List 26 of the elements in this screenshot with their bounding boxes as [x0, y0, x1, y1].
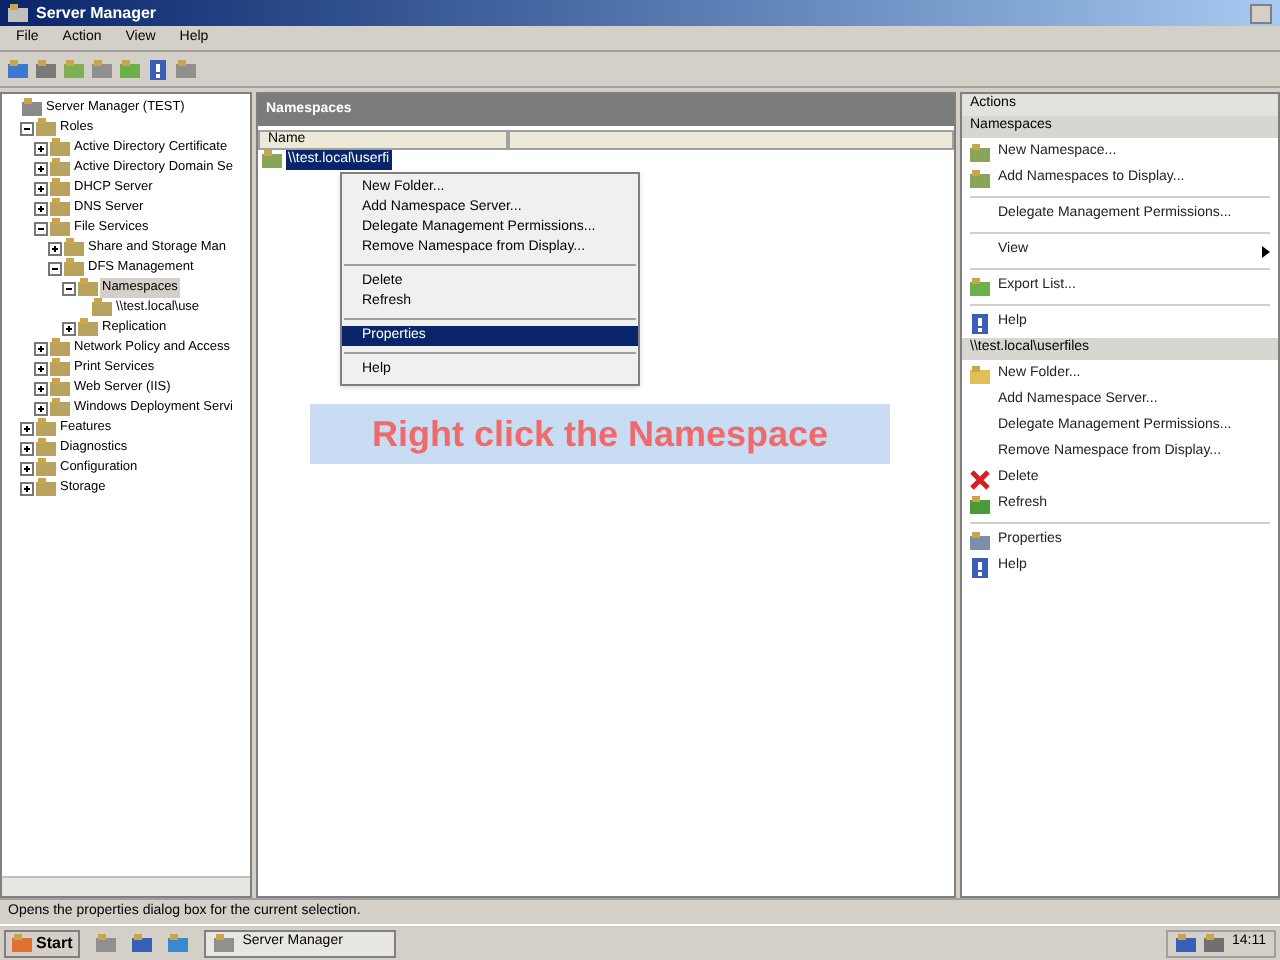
expand-toggle[interactable] — [20, 481, 34, 495]
collapse-toggle[interactable] — [62, 281, 76, 295]
start-button[interactable]: Start — [4, 929, 81, 957]
expand-toggle[interactable] — [34, 181, 48, 195]
expand-toggle[interactable] — [34, 201, 48, 215]
folder-icon — [970, 365, 990, 385]
window-title: Server Manager — [36, 1, 157, 25]
expand-toggle[interactable] — [20, 421, 34, 435]
expand-toggle[interactable] — [34, 361, 48, 375]
expand-toggle[interactable] — [34, 381, 48, 395]
expand-toggle[interactable] — [34, 401, 48, 415]
delete-icon — [970, 469, 990, 489]
horizontal-scrollbar[interactable] — [2, 876, 250, 896]
collapse-toggle[interactable] — [34, 221, 48, 235]
instruction-banner: Right click the Namespace — [310, 404, 890, 464]
expand-toggle[interactable] — [34, 341, 48, 355]
expand-toggle[interactable] — [48, 241, 62, 255]
expand-toggle[interactable] — [34, 161, 48, 175]
submenu-arrow-icon — [1262, 245, 1270, 257]
close-button[interactable] — [1250, 3, 1272, 23]
expand-toggle[interactable] — [20, 441, 34, 455]
collapse-toggle[interactable] — [48, 261, 62, 275]
expand-toggle[interactable] — [20, 461, 34, 475]
collapse-toggle[interactable] — [20, 121, 34, 135]
expand-toggle[interactable] — [34, 141, 48, 155]
expand-toggle[interactable] — [62, 321, 76, 335]
